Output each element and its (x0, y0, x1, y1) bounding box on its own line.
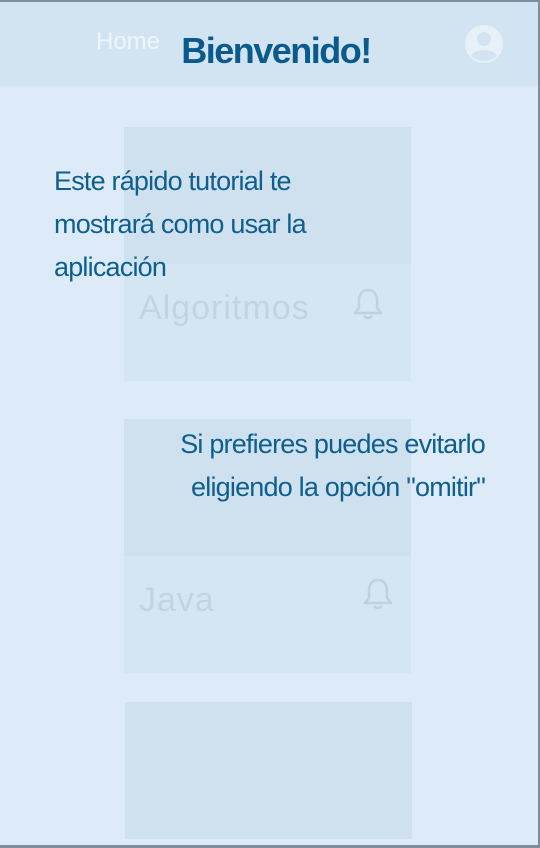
card-image (125, 702, 412, 839)
card-title: Algoritmos (139, 289, 310, 327)
bell-icon[interactable] (352, 287, 384, 321)
tutorial-message-skip: Si prefieres puedes evitarlo eligiendo l… (180, 429, 486, 502)
card-title: Java (139, 581, 215, 619)
tutorial-title: Bienvenido! (181, 30, 372, 71)
tutorial-message-intro: Este rápido tutorial te mostrará como us… (54, 166, 307, 282)
bell-icon[interactable] (362, 577, 394, 611)
course-card[interactable] (125, 702, 412, 839)
